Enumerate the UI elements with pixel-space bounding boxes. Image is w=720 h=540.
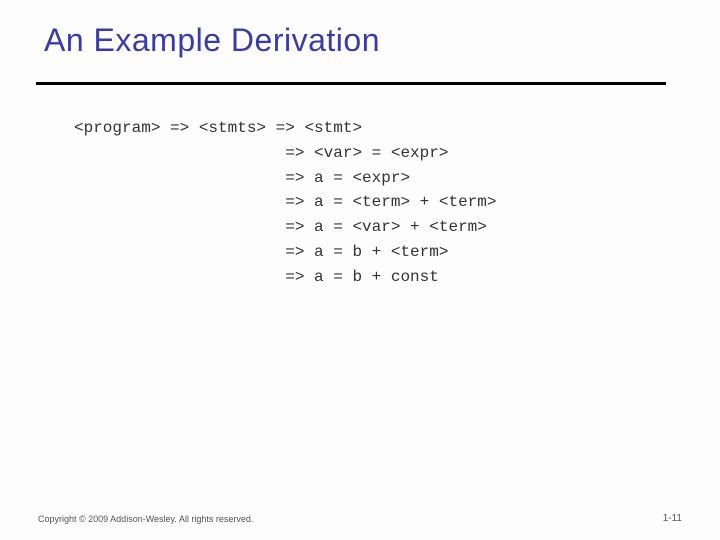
derivation-line: => a = <expr> [74,169,410,187]
slide-title: An Example Derivation [44,22,380,59]
copyright-text: Copyright © 2009 Addison-Wesley. All rig… [38,514,253,524]
derivation-line: => <var> = <expr> [74,144,448,162]
derivation-line: <program> => <stmts> => <stmt> [74,119,362,137]
derivation-line: => a = <var> + <term> [74,218,487,236]
slide: An Example Derivation <program> => <stmt… [0,0,720,540]
title-divider [36,82,666,85]
derivation-line: => a = b + <term> [74,243,448,261]
page-number: 1-11 [663,513,682,524]
derivation-line: => a = <term> + <term> [74,193,496,211]
derivation-block: <program> => <stmts> => <stmt> => <var> … [74,116,496,290]
derivation-line: => a = b + const [74,268,439,286]
